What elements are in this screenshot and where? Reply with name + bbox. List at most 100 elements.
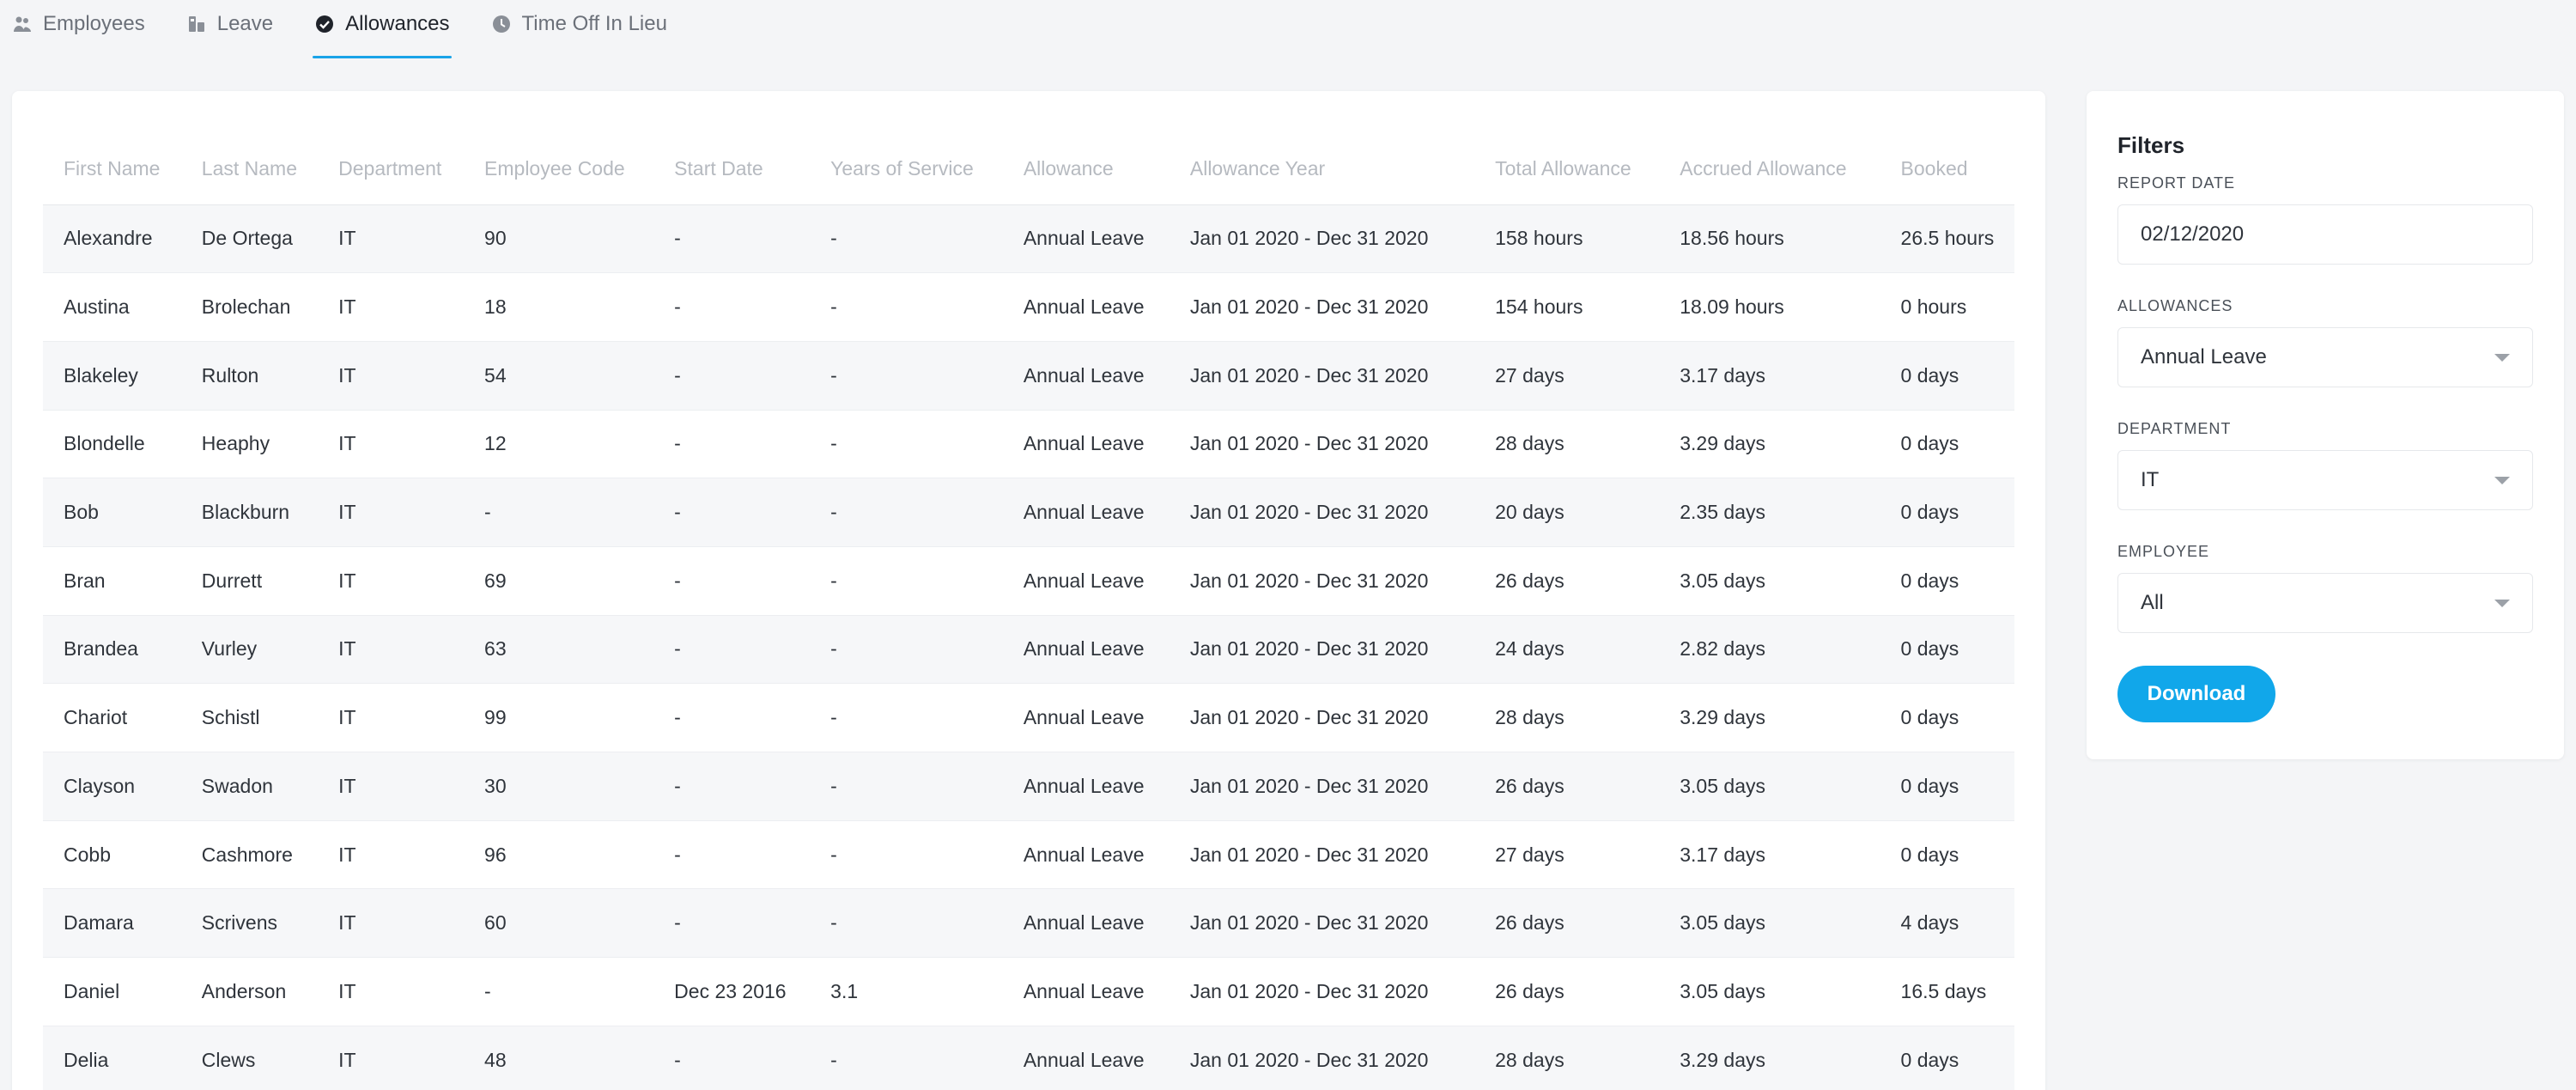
table-cell: Annual Leave	[1002, 957, 1170, 1026]
table-cell: Jan 01 2020 - Dec 31 2020	[1169, 478, 1475, 547]
table-cell: 3.05 days	[1659, 752, 1880, 821]
table-cell: Annual Leave	[1002, 341, 1170, 411]
table-row: Brandea Vurley IT 63- - Annual Leave Jan 01 20…	[43, 615, 2014, 685]
table-cell: 26 days	[1474, 957, 1660, 1026]
table-cell: -	[653, 888, 811, 959]
download-button[interactable]: Download	[2117, 666, 2275, 722]
table-cell: 20 days	[1474, 478, 1660, 547]
filters-title: Filters	[2117, 132, 2185, 158]
table-cell: 3.05 days	[1659, 888, 1880, 959]
column-header: Last Name	[180, 134, 319, 205]
table-cell: Vurley	[180, 615, 319, 685]
chevron-down-icon	[2494, 599, 2510, 607]
employee-select[interactable]: All	[2117, 573, 2533, 633]
table-cell: IT	[318, 683, 465, 752]
table-cell: Austina	[43, 272, 181, 342]
table-cell: -	[810, 204, 1003, 274]
table-cell: Swadon	[180, 752, 319, 821]
table-cell: Annual Leave	[1002, 204, 1170, 274]
tab-leave[interactable]: Leave	[186, 0, 273, 48]
table-cell: 3.17 days	[1659, 820, 1880, 890]
table-cell: 0 days	[1880, 546, 2014, 616]
table-cell: Jan 01 2020 - Dec 31 2020	[1169, 820, 1475, 890]
table-cell: 27 days	[1474, 341, 1660, 411]
table-cell: IT	[318, 410, 465, 479]
allowances-select[interactable]: Annual Leave	[2117, 327, 2533, 387]
table-cell: 0 days	[1880, 752, 2014, 821]
tab-time-off-in-lieu[interactable]: Time Off In Lieu	[491, 0, 667, 48]
table-row: Blondelle Heaphy IT 12- - Annual Leave Jan 01 …	[43, 410, 2014, 479]
report-date-value: 02/12/2020	[2141, 222, 2245, 246]
table-cell: Annual Leave	[1002, 478, 1170, 547]
table-cell: Daniel	[43, 957, 181, 1026]
table-cell: Rulton	[180, 341, 319, 411]
table-row: Clayson Swadon IT 30- - Annual Leave Jan 01 20…	[43, 752, 2014, 821]
table-header-row: First Name Last Name Department Employee Co…	[43, 134, 2014, 205]
table-cell: IT	[318, 204, 465, 274]
table-cell: 48	[464, 1026, 654, 1090]
table-cell: 63	[464, 615, 654, 685]
table-cell: -	[810, 683, 1003, 752]
table-cell: -	[653, 410, 811, 479]
tab-allowances[interactable]: Allowances	[313, 0, 452, 58]
column-header: Years of Service	[810, 134, 1003, 205]
table-cell: 96	[464, 820, 654, 890]
table-cell: Jan 01 2020 - Dec 31 2020	[1169, 204, 1475, 274]
table-cell: 26.5 hours	[1880, 204, 2014, 274]
table-cell: Annual Leave	[1002, 1026, 1170, 1090]
table-cell: 69	[464, 546, 654, 616]
department-select[interactable]: IT	[2117, 450, 2533, 510]
table-cell: IT	[318, 272, 465, 342]
table-cell: 0 days	[1880, 478, 2014, 547]
table-cell: Jan 01 2020 - Dec 31 2020	[1169, 410, 1475, 479]
table-cell: 16.5 days	[1880, 957, 2014, 1026]
allowances-report-card: First Name Last Name Department Employee Co…	[12, 91, 2045, 1090]
people-icon	[12, 14, 33, 34]
table-cell: Durrett	[180, 546, 319, 616]
table-cell: 18	[464, 272, 654, 342]
tab-label: Leave	[216, 12, 274, 35]
leave-icon	[186, 14, 207, 34]
table-cell: 99	[464, 683, 654, 752]
table-cell: IT	[318, 957, 465, 1026]
tab-label: Allowances	[345, 12, 450, 35]
table-cell: Blackburn	[180, 478, 319, 547]
table-row: Austina Brolechan IT 18- - Annual Leave Jan 01…	[43, 272, 2014, 342]
tab-employees[interactable]: Employees	[12, 0, 145, 48]
table-cell: -	[653, 752, 811, 821]
table-cell: 0 hours	[1880, 272, 2014, 342]
table-cell: Blondelle	[43, 410, 181, 479]
table-cell: Dec 23 2016	[653, 957, 811, 1026]
allowances-value: Annual Leave	[2141, 345, 2267, 368]
table-cell: Heaphy	[180, 410, 319, 479]
clock-icon	[491, 14, 512, 34]
report-date-input[interactable]: 02/12/2020	[2117, 204, 2533, 265]
table-cell: Blakeley	[43, 341, 181, 411]
table-cell: Annual Leave	[1002, 272, 1170, 342]
department-label: DEPARTMENT	[2117, 420, 2232, 437]
table-cell: 3.05 days	[1659, 957, 1880, 1026]
report-date-label: REPORT DATE	[2117, 174, 2236, 192]
column-header: Department	[318, 134, 465, 205]
table-cell: De Ortega	[180, 204, 319, 274]
table-cell: -	[810, 820, 1003, 890]
table-body: Alexandre De Ortega IT 90- - Annual Leave Jan …	[43, 204, 2014, 1090]
table-cell: Damara	[43, 888, 181, 959]
table-cell: Brandea	[43, 615, 181, 685]
table-cell: Chariot	[43, 683, 181, 752]
table-cell: Annual Leave	[1002, 888, 1170, 959]
table-cell: Annual Leave	[1002, 410, 1170, 479]
table-cell: -	[653, 1026, 811, 1090]
table-cell: Annual Leave	[1002, 820, 1170, 890]
table-row: Delia Clews IT 48- - Annual Leave Jan 01 2020 …	[43, 1026, 2014, 1090]
table-cell: Jan 01 2020 - Dec 31 2020	[1169, 683, 1475, 752]
table-cell: Cobb	[43, 820, 181, 890]
table-cell: 28 days	[1474, 683, 1660, 752]
table-cell: 18.56 hours	[1659, 204, 1880, 274]
table-cell: 18.09 hours	[1659, 272, 1880, 342]
table-cell: Jan 01 2020 - Dec 31 2020	[1169, 341, 1475, 411]
table-cell: 3.05 days	[1659, 546, 1880, 616]
table-cell: 0 days	[1880, 341, 2014, 411]
table-cell: Jan 01 2020 - Dec 31 2020	[1169, 1026, 1475, 1090]
table-cell: 24 days	[1474, 615, 1660, 685]
